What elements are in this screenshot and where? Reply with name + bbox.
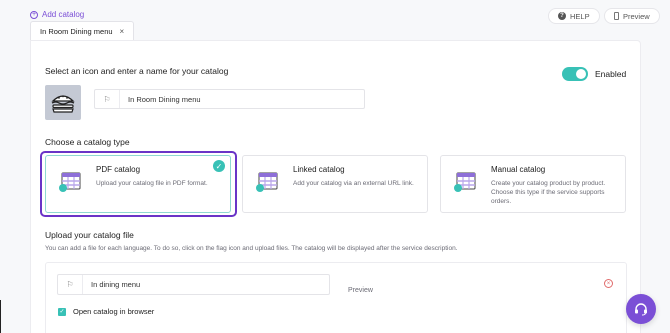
open-in-browser-label: Open catalog in browser (73, 307, 155, 316)
manual-catalog-card[interactable]: Manual catalog Create your catalog produ… (440, 155, 626, 213)
toggle-knob (576, 69, 586, 79)
catalog-name-heading: Select an icon and enter a name for your… (45, 66, 229, 76)
question-icon: ? (558, 12, 566, 20)
card-title: Manual catalog (491, 165, 546, 174)
catalog-name-value: In Room Dining menu (128, 94, 201, 104)
help-button[interactable]: ? HELP (548, 8, 600, 24)
card-title: Linked catalog (293, 165, 345, 174)
tab-label: In Room Dining menu (40, 26, 113, 36)
upload-box (45, 262, 627, 333)
catalog-icon-picker[interactable] (45, 85, 81, 120)
linked-catalog-card[interactable]: Linked catalog Add your catalog via an e… (242, 155, 428, 213)
close-icon[interactable]: × (120, 27, 125, 36)
enabled-toggle[interactable] (562, 67, 588, 81)
card-description: Add your catalog via an external URL lin… (293, 180, 414, 187)
preview-button[interactable]: Preview (604, 8, 660, 24)
add-catalog-label: Add catalog (42, 10, 85, 19)
card-description: Create your catalog product by product. … (491, 180, 606, 205)
preview-label: Preview (623, 11, 650, 21)
left-edge-divider (0, 300, 1, 333)
help-label: HELP (570, 11, 590, 21)
catalog-type-heading: Choose a catalog type (45, 137, 130, 147)
checkbox-checked-icon[interactable]: ✓ (58, 307, 66, 316)
catalog-table-icon (453, 171, 477, 198)
upload-description: You can add a file for each language. To… (45, 245, 458, 252)
tab-in-room-dining[interactable]: In Room Dining menu × (30, 21, 135, 40)
catalog-table-icon (255, 171, 279, 198)
support-chat-button[interactable] (626, 294, 656, 324)
remove-file-icon[interactable]: × (604, 279, 613, 288)
flag-icon[interactable]: ⚐ (95, 90, 120, 108)
enabled-label: Enabled (595, 69, 627, 79)
catalog-name-input[interactable]: ⚐ In Room Dining menu (94, 89, 365, 109)
file-name-value: In dining menu (91, 280, 141, 289)
selected-card-outline (40, 151, 237, 217)
add-catalog-link[interactable]: + Add catalog (30, 10, 84, 19)
flag-icon[interactable]: ⚐ (58, 275, 83, 294)
open-in-browser-option[interactable]: ✓ Open catalog in browser (58, 307, 154, 316)
plus-icon: + (30, 10, 38, 19)
burger-icon (51, 94, 75, 113)
phone-icon (614, 12, 619, 20)
headset-icon (635, 303, 647, 316)
upload-heading: Upload your catalog file (45, 230, 134, 240)
top-bar: + Add catalog ? HELP Preview In Room Din… (0, 0, 670, 40)
file-preview-link[interactable]: Preview (348, 287, 373, 294)
file-name-input[interactable]: ⚐ In dining menu (57, 274, 330, 295)
